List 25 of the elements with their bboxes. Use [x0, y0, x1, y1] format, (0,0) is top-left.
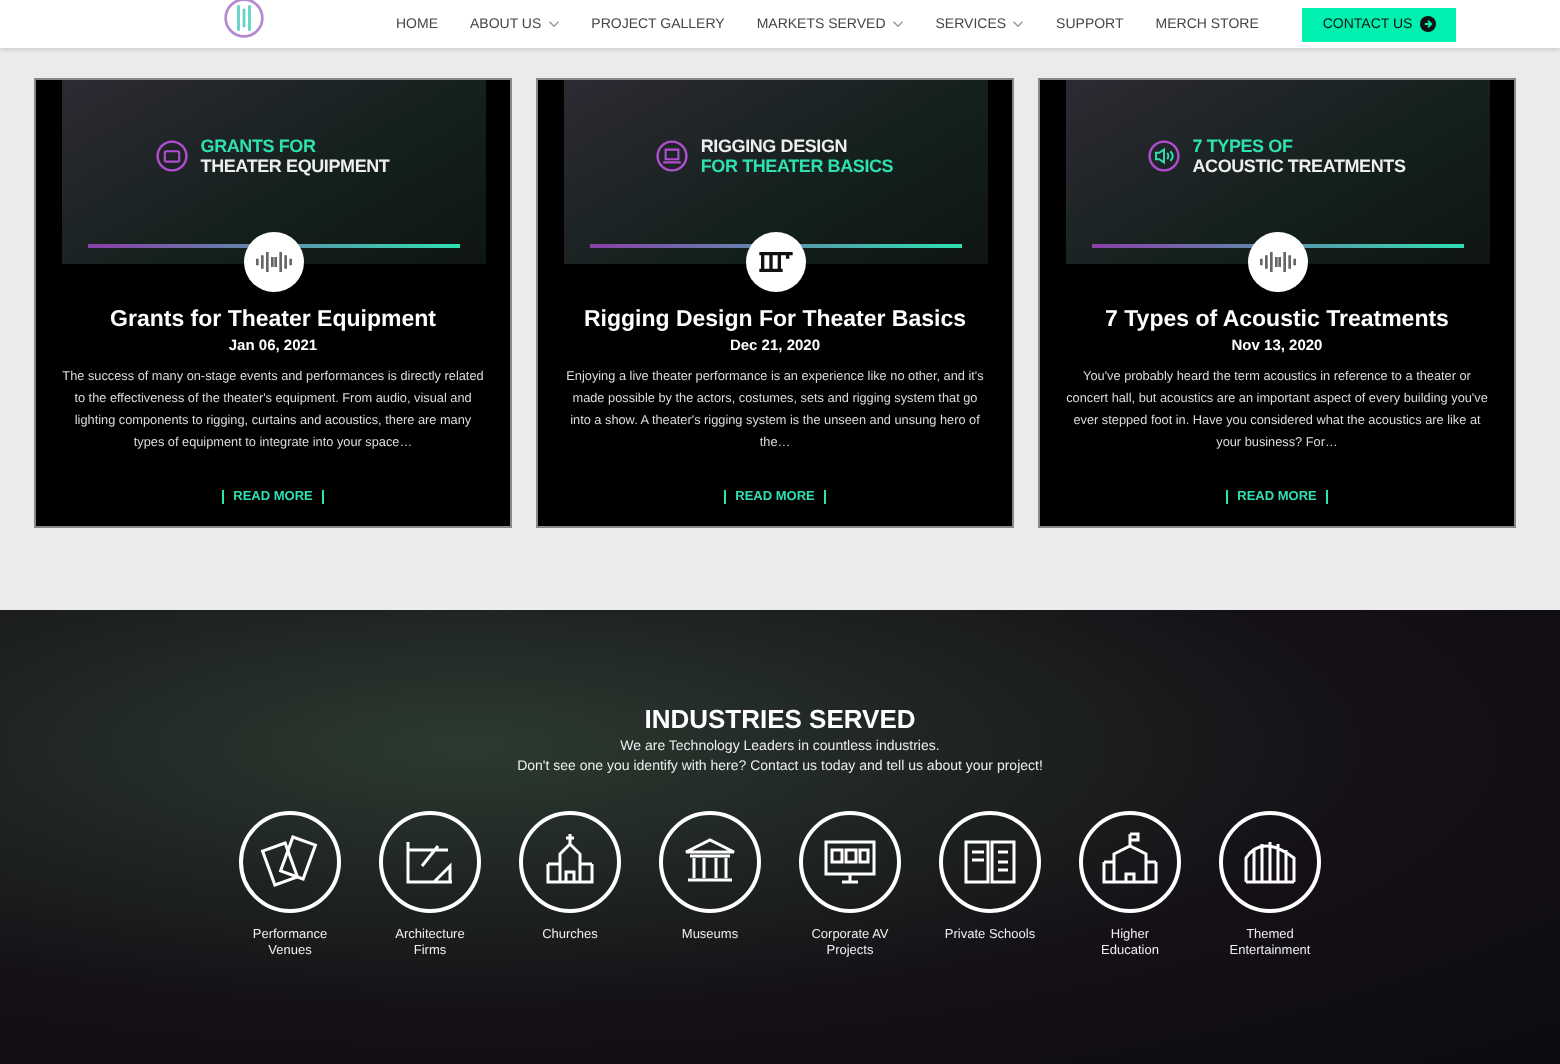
drafting-icon[interactable] [378, 810, 482, 914]
waveform-icon [253, 250, 293, 274]
truss-icon [755, 250, 795, 274]
school-icon[interactable] [1078, 810, 1182, 914]
book-icon[interactable] [938, 810, 1042, 914]
banner-icon [656, 140, 689, 172]
post-title[interactable]: 7 Types of Acoustic Treatments [1105, 308, 1449, 332]
banner-icon [156, 140, 189, 172]
section-title: INDUSTRIES SERVED [644, 704, 916, 734]
banner-text: GRANTS FOR [200, 136, 318, 156]
banner-icon [1148, 140, 1181, 172]
post-title[interactable]: Rigging Design For Theater Basics [583, 308, 967, 332]
logo-icon[interactable] [222, 0, 266, 40]
waveform-icon [1257, 250, 1297, 274]
arrow-circle-icon [1420, 16, 1437, 32]
banner-text: ACOUSTIC TREATMENTS [1192, 156, 1406, 176]
museum-icon[interactable] [658, 810, 762, 914]
tickets-icon[interactable] [238, 810, 342, 914]
post-title[interactable]: Grants for Theater Equipment [110, 308, 436, 332]
monitor-icon[interactable] [798, 810, 902, 914]
church-icon[interactable] [518, 810, 622, 914]
banner-text: RIGGING DESIGN [700, 136, 850, 156]
banner-text: THEATER EQUIPMENT [200, 156, 390, 176]
banner-text: 7 TYPES OF [1192, 136, 1295, 156]
banner-text: FOR THEATER BASICS [700, 156, 894, 176]
